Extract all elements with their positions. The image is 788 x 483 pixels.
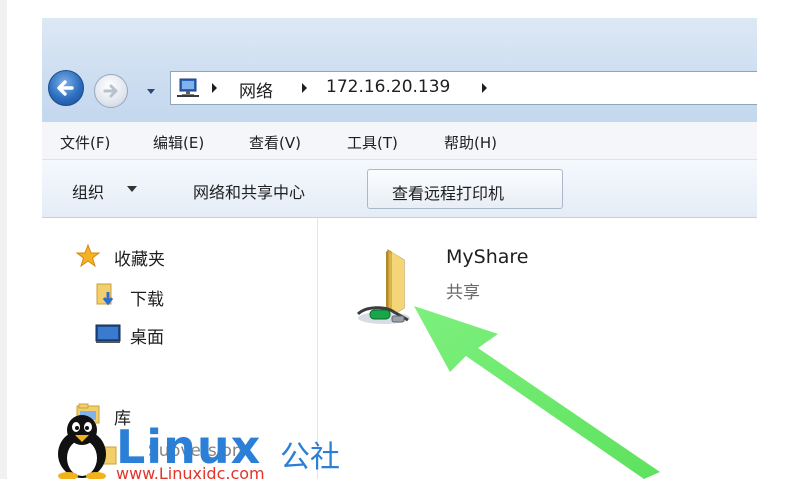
network-sharing-center-button[interactable]: 网络和共享中心 (193, 179, 305, 203)
watermark-suffix: 公社 (280, 440, 340, 475)
desktop-icon (95, 324, 121, 343)
crumb-network[interactable]: 网络 (239, 77, 273, 102)
menu-help[interactable]: 帮助(H) (444, 132, 497, 153)
menu-edit[interactable]: 编辑(E) (153, 132, 204, 153)
network-computer-icon (177, 78, 199, 97)
organize-button[interactable]: 组织 (72, 179, 104, 203)
forward-arrow-icon (103, 84, 118, 98)
nav-downloads[interactable]: 下载 (130, 285, 164, 310)
annotation-arrow (414, 306, 660, 479)
view-remote-printers-label: 查看远程打印机 (392, 184, 505, 203)
nav-favorites[interactable]: 收藏夹 (114, 245, 165, 270)
share-item-name: MyShare (446, 246, 529, 268)
favorites-star-icon (76, 244, 100, 268)
recent-pages-dropdown-icon[interactable] (146, 88, 156, 96)
menu-file[interactable]: 文件(F) (60, 132, 110, 153)
watermark-logo: Subversion Linux 公社 www.Linuxidc.com (50, 412, 360, 483)
menu-view[interactable]: 查看(V) (249, 132, 301, 153)
watermark-url: www.Linuxidc.com (116, 464, 265, 483)
organize-dropdown-icon[interactable] (127, 186, 137, 193)
crumb-host[interactable]: 172.16.20.139 (326, 77, 450, 97)
downloads-folder-icon (96, 283, 114, 306)
command-bar: 组织 网络和共享中心 查看远程打印机 (42, 160, 757, 218)
back-button[interactable] (48, 70, 84, 106)
view-remote-printers-button[interactable]: 查看远程打印机 (367, 169, 563, 209)
nav-desktop[interactable]: 桌面 (130, 323, 164, 348)
back-arrow-icon (57, 80, 74, 96)
background-strip (0, 0, 7, 479)
crumb-separator-icon[interactable] (211, 82, 219, 94)
crumb-separator-icon[interactable] (301, 82, 309, 94)
forward-button[interactable] (94, 74, 128, 108)
title-bar: 网络 172.16.20.139 (42, 18, 757, 122)
menu-tools[interactable]: 工具(T) (347, 132, 398, 153)
crumb-separator-icon[interactable] (481, 82, 489, 94)
menu-bar: 文件(F) 编辑(E) 查看(V) 工具(T) 帮助(H) (42, 122, 757, 160)
address-bar[interactable]: 网络 172.16.20.139 (170, 71, 757, 105)
tux-penguin-icon (58, 415, 106, 479)
